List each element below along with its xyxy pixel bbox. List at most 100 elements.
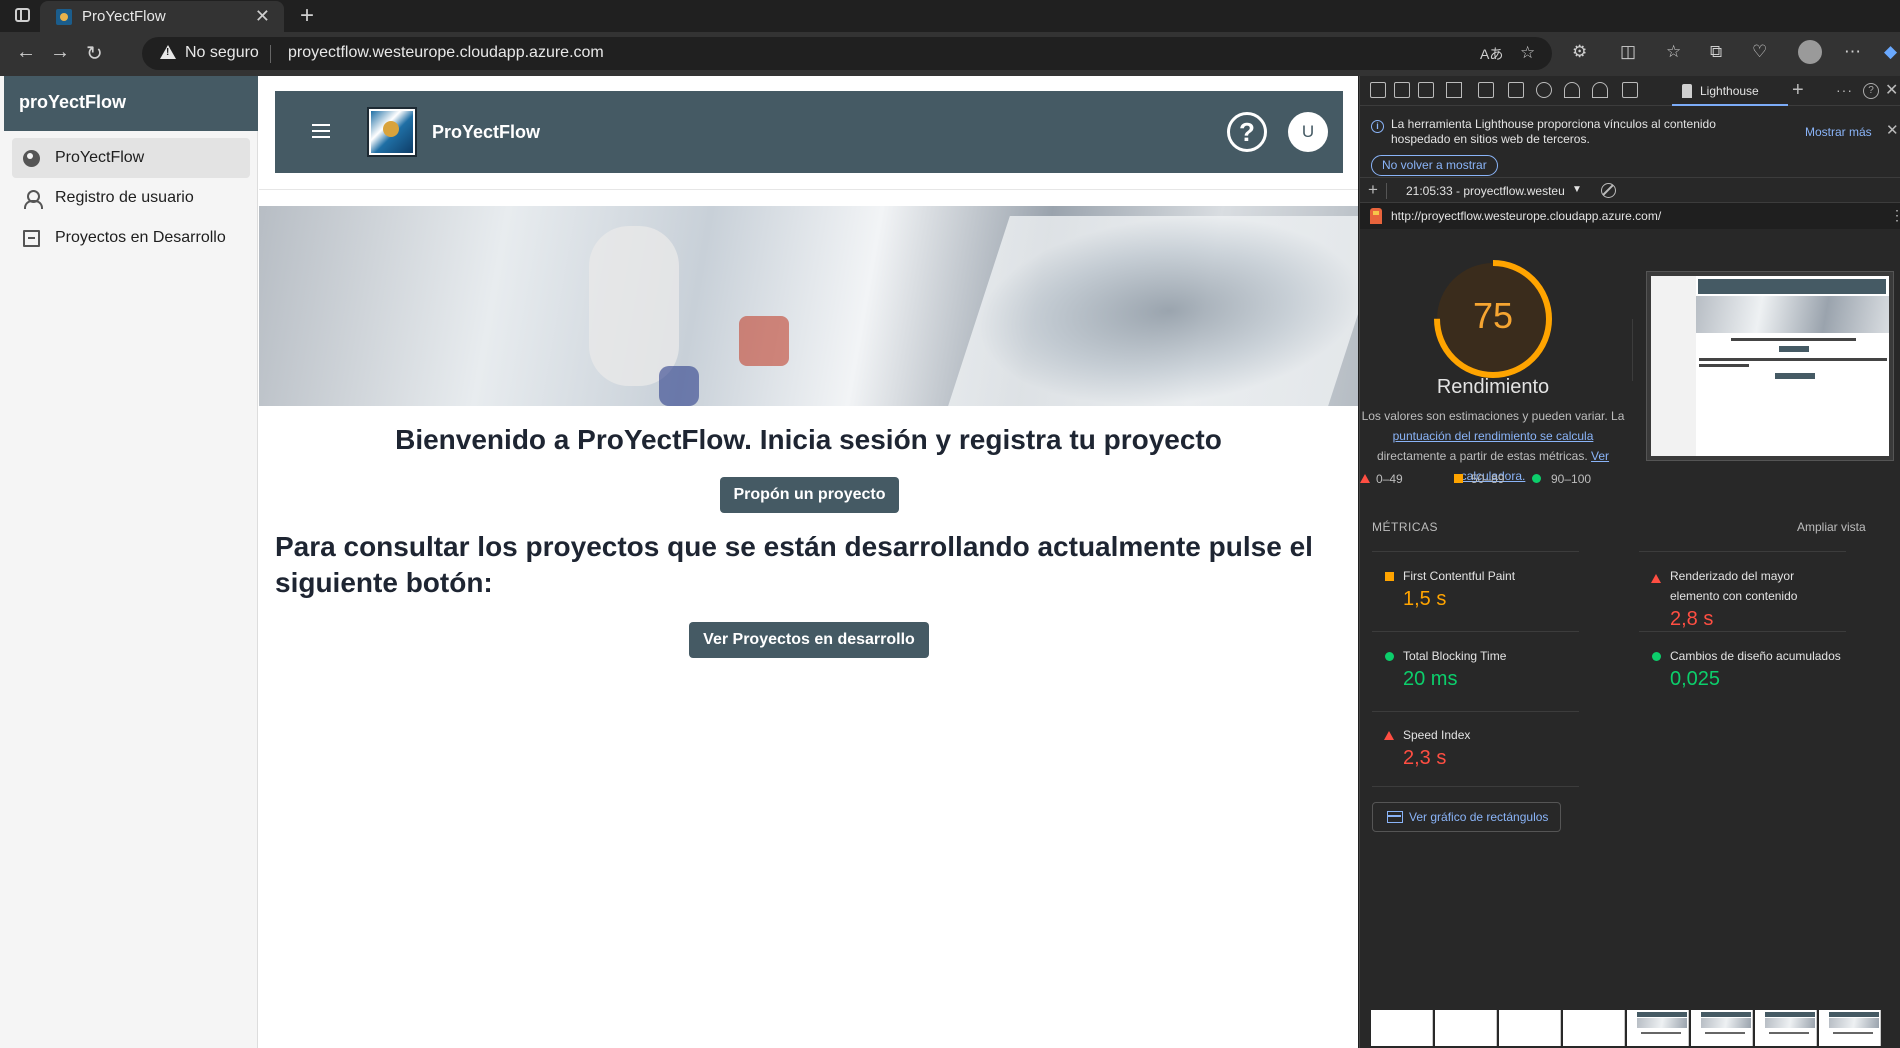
score-calc-link[interactable]: puntuación del rendimiento se calcula xyxy=(1393,429,1594,443)
app-logo xyxy=(367,107,417,157)
hero-image xyxy=(259,206,1358,406)
performance-icon[interactable] xyxy=(1592,82,1608,98)
main-content: ProYectFlow ? U Bienvenido a ProYectFlow… xyxy=(259,76,1358,1048)
metric-si: Speed Index 2,3 s xyxy=(1372,711,1579,791)
metric-value: 0,025 xyxy=(1670,668,1721,690)
report-toolbar: + 21:05:33 - proyectflow.westeu ▼ xyxy=(1360,177,1900,203)
help-icon[interactable]: ? xyxy=(1227,112,1267,152)
info-icon: i xyxy=(1371,120,1384,133)
close-devtools-icon[interactable]: ✕ xyxy=(1885,80,1898,100)
sidebar-item-proyectflow[interactable]: ProYectFlow xyxy=(12,138,250,178)
metric-cls: Cambios de diseño acumulados 0,025 xyxy=(1639,631,1846,711)
device-toolbar-icon[interactable] xyxy=(1394,82,1410,98)
help-icon[interactable]: ? xyxy=(1863,83,1879,99)
sidebar-item-label: Registro de usuario xyxy=(55,189,194,206)
report-url[interactable]: http://proyectflow.westeurope.cloudapp.a… xyxy=(1391,209,1661,223)
performance-score: 75 xyxy=(1472,295,1514,336)
header-divider xyxy=(259,189,1358,190)
pass-icon xyxy=(1652,652,1661,661)
address-bar-row: ← → ↻ No seguro proyectflow.westeurope.c… xyxy=(0,32,1900,76)
sidebar-item-proyectos[interactable]: Proyectos en Desarrollo xyxy=(12,218,250,258)
clear-reports-icon[interactable] xyxy=(1601,183,1616,198)
dock-icon[interactable] xyxy=(1418,82,1434,98)
metric-name: Speed Index xyxy=(1403,728,1471,742)
metric-value: 1,5 s xyxy=(1403,588,1447,610)
treemap-icon xyxy=(1387,811,1403,823)
browser-essentials-icon[interactable]: ♡ xyxy=(1752,42,1767,62)
metric-name: First Contentful Paint xyxy=(1403,569,1516,583)
expand-view-toggle[interactable]: Ampliar vista xyxy=(1797,520,1866,534)
average-icon xyxy=(1385,572,1394,581)
extensions-icon[interactable]: ⚙ xyxy=(1572,42,1587,62)
show-more-link[interactable]: Mostrar más xyxy=(1805,125,1872,139)
favorite-star-icon[interactable]: ☆ xyxy=(1520,43,1535,63)
report-menu-icon[interactable]: ⋮ xyxy=(1890,207,1900,224)
pass-icon xyxy=(1385,652,1394,661)
url-input[interactable]: No seguro proyectflow.westeurope.cloudap… xyxy=(142,37,1552,70)
application-icon[interactable] xyxy=(1622,82,1638,98)
filmstrip-frame xyxy=(1691,1010,1753,1046)
welcome-icon[interactable] xyxy=(1446,82,1462,98)
fail-icon xyxy=(1384,731,1394,740)
new-report-icon[interactable]: + xyxy=(1368,180,1378,200)
sidebar-item-label: ProYectFlow xyxy=(55,149,145,166)
fail-icon xyxy=(1360,474,1370,483)
metric-name: Renderizado del mayor elemento con conte… xyxy=(1670,569,1798,603)
average-icon xyxy=(1454,474,1463,483)
devtools-more-icon[interactable]: ··· xyxy=(1836,82,1853,98)
propose-project-button[interactable]: Propón un proyecto xyxy=(720,477,899,513)
menu-icon[interactable] xyxy=(312,124,330,138)
filmstrip xyxy=(1371,1010,1900,1046)
copilot-icon[interactable]: ◆ xyxy=(1884,42,1897,62)
warning-icon[interactable] xyxy=(160,45,176,59)
tab-title: ProYectFlow xyxy=(82,8,166,25)
metric-value: 20 ms xyxy=(1403,668,1458,690)
favorites-icon[interactable]: ☆ xyxy=(1666,42,1681,62)
tab-lighthouse[interactable]: Lighthouse xyxy=(1672,76,1788,106)
elements-icon[interactable] xyxy=(1478,82,1494,98)
network-icon[interactable] xyxy=(1564,82,1580,98)
legend-fail: 0–49 xyxy=(1376,472,1403,486)
back-icon[interactable]: ← xyxy=(16,41,36,64)
close-banner-icon[interactable]: ✕ xyxy=(1886,121,1899,139)
browser-tab[interactable]: ProYectFlow ✕ xyxy=(40,1,284,32)
security-label[interactable]: No seguro xyxy=(185,44,259,62)
archive-icon xyxy=(23,230,40,247)
more-tools-icon[interactable]: + xyxy=(1792,79,1804,102)
metric-value: 2,3 s xyxy=(1403,747,1447,769)
consult-heading: Para consultar los proyectos que se está… xyxy=(275,531,1313,598)
metric-name: Total Blocking Time xyxy=(1403,649,1507,663)
tab-close-icon[interactable]: ✕ xyxy=(255,6,270,27)
forward-icon[interactable]: → xyxy=(50,41,70,64)
url-text[interactable]: proyectflow.westeurope.cloudapp.azure.co… xyxy=(288,44,604,62)
legend-average: 50–89 xyxy=(1471,472,1505,486)
new-tab-icon[interactable]: + xyxy=(300,2,314,30)
more-menu-icon[interactable]: ⋯ xyxy=(1844,42,1861,62)
read-aloud-icon[interactable]: Aあ xyxy=(1480,44,1503,64)
url-separator xyxy=(270,45,271,63)
profile-avatar-icon[interactable] xyxy=(1798,40,1822,64)
console-icon[interactable] xyxy=(1508,82,1524,98)
inspect-icon[interactable] xyxy=(1370,82,1386,98)
report-selector[interactable]: 21:05:33 - proyectflow.westeu xyxy=(1406,184,1565,198)
dont-show-again-button[interactable]: No volver a mostrar xyxy=(1371,155,1498,176)
view-projects-button[interactable]: Ver Proyectos en desarrollo xyxy=(689,622,929,658)
user-avatar[interactable]: U xyxy=(1288,112,1328,152)
reload-icon[interactable]: ↻ xyxy=(86,41,103,66)
tab-label: Lighthouse xyxy=(1700,84,1759,98)
metric-fcp: First Contentful Paint 1,5 s xyxy=(1372,551,1579,631)
treemap-button[interactable]: Ver gráfico de rectángulos xyxy=(1372,802,1562,832)
chevron-down-icon[interactable]: ▼ xyxy=(1572,184,1582,195)
filmstrip-frame xyxy=(1563,1010,1625,1046)
split-screen-icon[interactable]: ◫ xyxy=(1620,42,1636,62)
category-title: Rendimiento xyxy=(1436,376,1550,398)
tab-actions-icon[interactable] xyxy=(15,8,30,22)
devtools-panel: Lighthouse + ··· ? ✕ i La herramienta Li… xyxy=(1359,76,1900,1048)
collections-icon[interactable]: ⧉ xyxy=(1710,42,1722,62)
metrics-heading: MÉTRICAS xyxy=(1372,520,1439,534)
filmstrip-frame xyxy=(1435,1010,1497,1046)
sidebar-item-registro[interactable]: Registro de usuario xyxy=(12,178,250,218)
legend-pass: 90–100 xyxy=(1551,472,1592,486)
sources-icon[interactable] xyxy=(1536,82,1552,98)
metric-tbt: Total Blocking Time 20 ms xyxy=(1372,631,1579,711)
